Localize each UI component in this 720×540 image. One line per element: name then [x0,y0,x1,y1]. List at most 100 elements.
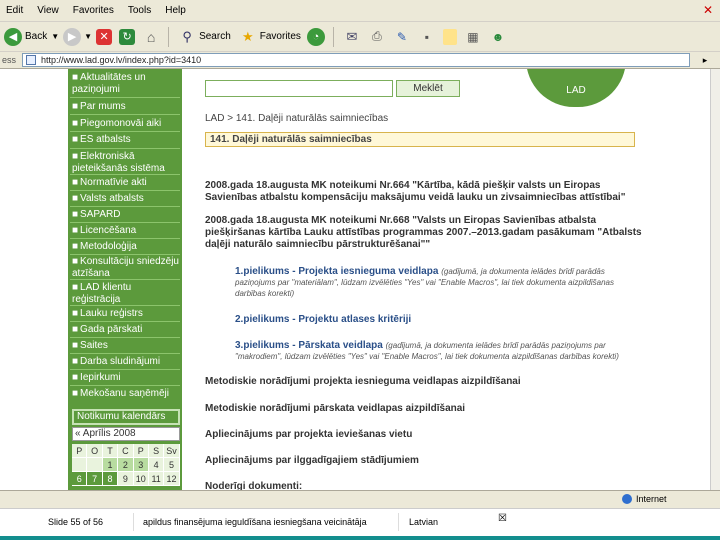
sidebar-item-label: Konsultāciju sniedzēju atzīšana [72,256,179,279]
mail-icon: ✉ [346,28,358,44]
address-label: ess [2,55,17,65]
calendar-day[interactable]: 7 [87,472,103,486]
sidebar-item-label: Lauku reģistrs [80,308,143,319]
stop-button[interactable]: ✕ [96,28,115,45]
globe-icon [622,494,632,504]
menu-tools[interactable]: Tools [122,5,159,16]
document-link[interactable]: Apliecinājums par projekta ieviešanas vi… [205,429,412,440]
sidebar-item-par-mums[interactable]: ■ Par mums [72,101,180,113]
discuss-icon: ▪ [424,29,430,44]
calendar-day[interactable]: 8 [102,472,119,486]
sidebar-item-iepirkumi[interactable]: ■ Iepirkumi [72,372,180,384]
bullet-icon: ■ [72,372,79,383]
sidebar-item-licencesana[interactable]: ■ Licencēšana [72,225,180,237]
calendar-day[interactable]: 10 [133,472,149,486]
sidebar-item-metodologija[interactable]: ■ Metodoloģija [72,241,180,253]
nav-divider [70,279,180,280]
home-button[interactable]: ⌂ [142,28,163,46]
document-link[interactable]: Metodiskie norādījumi projekta iesniegum… [205,376,521,387]
sidebar-item-sapard[interactable]: ■ SAPARD [72,209,180,221]
calendar-day[interactable]: 11 [148,472,165,486]
attachment-link[interactable]: 2.pielikums - Projektu atlases kritēriji [235,314,411,325]
stop-icon: ✕ [96,28,113,45]
calendar-day[interactable] [87,458,103,472]
research-button[interactable]: ▦ [464,28,485,46]
site-logo[interactable]: LAD [526,69,626,107]
calendar-day[interactable]: 2 [118,458,134,472]
calendar-day[interactable]: 6 [72,472,88,486]
attachment-link[interactable]: 1.pielikums - Projekta iesnieguma veidla… [235,266,438,277]
calendar-weekday: P [133,444,149,458]
sidebar-item-label: Gada pārskati [80,324,143,335]
document-link[interactable]: 2008.gada 18.augusta MK noteikumi Nr.664… [205,180,645,204]
go-button[interactable]: ▸ [690,55,720,66]
sidebar-item-label: ES atbalsts [80,134,131,145]
calendar-day[interactable] [72,458,88,472]
messenger-button[interactable]: ☻ [489,28,510,46]
nav-divider [70,321,180,322]
sidebar-item-label: Piegomonovāi aiki [80,118,162,129]
notes-icon [442,28,457,45]
attachment-link[interactable]: 3.pielikums - Pārskata veidlapa [235,340,383,351]
document-link[interactable]: Metodiskie norādījumi pārskata veidlapas… [205,403,465,414]
discuss-button[interactable]: ▪ [418,28,439,46]
sidebar-item-piegomonovai[interactable]: ■ Piegomonovāi aiki [72,118,180,130]
breadcrumb[interactable]: LAD > 141. Daļēji naturālās saimniecības [205,113,388,124]
chevron-down-icon: ▼ [51,32,60,41]
mail-button[interactable]: ✉ [343,28,364,46]
vertical-scrollbar[interactable] [710,69,720,490]
nav-divider [70,254,180,255]
attachment-item: 1.pielikums - Projekta iesnieguma veidla… [235,266,635,299]
calendar-day[interactable]: 5 [164,458,180,472]
attachment-item: 2.pielikums - Projektu atlases kritēriji [235,314,635,325]
document-link[interactable]: Apliecinājums par ilggadīgajiem stādījum… [205,455,419,466]
sidebar-item-aktualitates[interactable]: ■ Aktualitātes un paziņojumi [72,72,180,96]
forward-button[interactable]: ▶ ▼ [63,27,92,46]
calendar-day[interactable]: 4 [148,458,165,472]
history-button[interactable]: ◔ [306,27,328,46]
address-input[interactable]: http://www.lad.gov.lv/index.php?id=3410 [22,53,690,67]
calendar-day[interactable]: 3 [133,458,149,472]
spellcheck-icon[interactable]: ☒ [498,513,507,524]
notes-button[interactable] [442,28,460,45]
menu-edit[interactable]: Edit [0,5,31,16]
close-icon[interactable]: ✕ [700,2,716,18]
calendar-day[interactable]: 9 [118,472,134,486]
refresh-icon: ↻ [119,28,136,45]
sidebar-item-valsts-atbalsts[interactable]: ■ Valsts atbalsts [72,193,180,205]
calendar-weekday: P [72,444,88,458]
sidebar-item-normativie-akti[interactable]: ■ Normatīvie akti [72,177,180,189]
bullet-icon: ■ [72,282,79,293]
sidebar-item-es-atbalsts[interactable]: ■ ES atbalsts [72,134,180,146]
calendar-day[interactable]: 12 [164,472,180,486]
menu-help[interactable]: Help [159,5,194,16]
menu-favorites[interactable]: Favorites [67,5,122,16]
sidebar-item-darba-sludinajumi[interactable]: ■ Darba sludinājumi [72,356,180,368]
calendar-month-selector[interactable]: « Aprīlis 2008 [72,427,180,441]
sidebar-item-maksajumu-sanemeji[interactable]: ■ Mekošanu saņēmēji [72,388,180,400]
sidebar-item-saites[interactable]: ■ Saites [72,340,180,352]
site-search-input[interactable] [205,80,393,97]
sidebar-item-lauku-registrs[interactable]: ■ Lauku reģistrs [72,308,180,320]
back-button[interactable]: ◀ Back ▼ [4,27,60,46]
sidebar-item-gada-parskati[interactable]: ■ Gada pārskati [72,324,180,336]
menu-view[interactable]: View [31,5,67,16]
back-arrow-icon: ◀ [4,27,22,46]
document-link[interactable]: 2008.gada 18.augusta MK noteikumi Nr.668… [205,215,645,251]
bullet-icon: ■ [72,324,79,335]
sidebar-item-label: Darba sludinājumi [80,356,161,367]
calendar-weekday: O [87,444,103,458]
refresh-button[interactable]: ↻ [119,28,138,45]
sidebar-item-elektroniska[interactable]: ■ Elektroniskā pieteikšanās sistēma [72,151,180,175]
edit-button[interactable]: ✎ [393,28,414,46]
toolbar-separator [332,26,334,47]
sidebar-item-konsultaciju[interactable]: ■ Konsultāciju sniedzēju atzīšana [72,256,180,280]
sidebar-item-lad-klientu[interactable]: ■ LAD klientu reģistrācija [72,282,180,306]
calendar-day[interactable]: 1 [102,458,119,472]
nav-divider [70,238,180,239]
favorites-button[interactable]: ★ Favorites [239,28,301,46]
search-button[interactable]: ⚲ Search [178,28,230,46]
print-button[interactable]: ⎙ [368,28,389,46]
menu-bar: Edit View Favorites Tools Help ✕ [0,0,720,22]
site-search-button[interactable]: Meklēt [396,80,460,97]
